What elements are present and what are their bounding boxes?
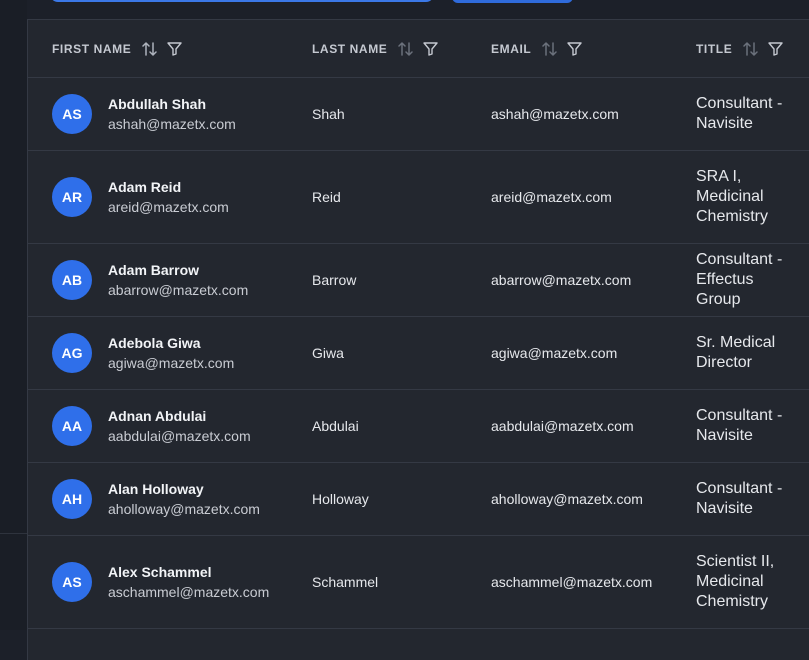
title-line: Navisite [696, 115, 753, 132]
table-row[interactable]: AB Adam Barrow abarrow@mazetx.com Barrow aba… [28, 244, 809, 317]
title-line: Sr. Medical [696, 334, 776, 351]
full-name: Abdullah Shah [108, 96, 206, 112]
left-sidebar-edge [0, 0, 27, 630]
email-cell[interactable]: areid@mazetx.com [491, 151, 612, 243]
title-line: Consultant - [696, 251, 783, 268]
table-row[interactable]: AA Adnan Abdulai aabdulai@mazetx.com Abdula… [28, 390, 809, 463]
avatar: AR [52, 177, 92, 217]
name-cell: Adebola Giwa agiwa@mazetx.com [108, 317, 234, 389]
last-name-cell: Abdulai [312, 418, 359, 434]
last-name-cell: Barrow [312, 272, 357, 288]
full-name: Adebola Giwa [108, 335, 201, 351]
sort-icon[interactable] [142, 41, 158, 56]
last-name-cell: Giwa [312, 345, 344, 361]
name-cell: Alex Schammel aschammel@mazetx.com [108, 536, 269, 628]
title-line: Consultant - [696, 480, 783, 497]
title-line: Scientist II, [696, 553, 775, 570]
secondary-email: areid@mazetx.com [108, 199, 229, 215]
secondary-email: ashah@mazetx.com [108, 116, 236, 132]
column-header-last-name[interactable]: LAST NAME [312, 20, 439, 77]
users-table: FIRST NAME LAST NAME EMAIL TITLE AS Abdullah… [27, 19, 809, 660]
column-label: EMAIL [491, 41, 532, 56]
full-name: Alex Schammel [108, 564, 212, 580]
avatar: AG [52, 333, 92, 373]
table-row[interactable]: AH Alan Holloway aholloway@mazetx.com Hollo… [28, 463, 809, 536]
column-header-email[interactable]: EMAIL [491, 20, 583, 77]
title-line: Consultant - [696, 407, 783, 424]
email-cell[interactable]: aholloway@mazetx.com [491, 463, 643, 535]
column-label: LAST NAME [312, 41, 388, 56]
secondary-email: agiwa@mazetx.com [108, 355, 235, 371]
title-cell: Consultant - Navisite [696, 390, 796, 462]
table-row[interactable]: AS Abdullah Shah ashah@mazetx.com Shah ashah… [28, 78, 809, 151]
avatar: AS [52, 94, 92, 134]
table-row[interactable]: AR Adam Reid areid@mazetx.com Reid areid@maz… [28, 151, 809, 244]
table-row[interactable]: AG Adebola Giwa agiwa@mazetx.com Giwa agiwa@… [28, 317, 809, 390]
avatar: AB [52, 260, 92, 300]
sort-icon[interactable] [743, 41, 759, 56]
full-name: Adam Barrow [108, 262, 200, 278]
filter-icon[interactable] [768, 41, 784, 56]
title-line: Chemistry [696, 208, 769, 225]
sidebar-divider [0, 533, 27, 534]
email-cell[interactable]: aschammel@mazetx.com [491, 536, 652, 628]
column-header-first-name[interactable]: FIRST NAME [52, 20, 183, 77]
title-line: Medicinal [696, 188, 764, 205]
avatar: AS [52, 562, 92, 602]
full-name: Adam Reid [108, 179, 182, 195]
name-cell: Abdullah Shah ashah@mazetx.com [108, 78, 236, 150]
last-name-cell: Reid [312, 189, 341, 205]
table-row[interactable]: AS Alex Schammel aschammel@mazetx.com Scham… [28, 536, 809, 629]
secondary-email: abarrow@mazetx.com [108, 282, 249, 298]
email-cell[interactable]: agiwa@mazetx.com [491, 317, 617, 389]
email-cell[interactable]: aabdulai@mazetx.com [491, 390, 634, 462]
column-label: TITLE [696, 41, 733, 56]
full-name: Alan Holloway [108, 481, 204, 497]
title-cell: Scientist II, Medicinal Chemistry [696, 536, 796, 628]
title-line: Chemistry [696, 593, 769, 610]
email-cell[interactable]: ashah@mazetx.com [491, 78, 619, 150]
full-name: Adnan Abdulai [108, 408, 207, 424]
sort-icon[interactable] [542, 41, 558, 56]
filter-icon[interactable] [567, 41, 583, 56]
primary-action-button[interactable] [452, 0, 573, 3]
sort-icon[interactable] [398, 41, 414, 56]
secondary-email: aschammel@mazetx.com [108, 584, 270, 600]
title-line: Director [696, 354, 753, 371]
title-cell: Consultant - Effectus Group [696, 244, 796, 316]
filter-icon[interactable] [423, 41, 439, 56]
name-cell: Adnan Abdulai aabdulai@mazetx.com [108, 390, 251, 462]
last-name-cell: Holloway [312, 491, 369, 507]
name-cell: Adam Barrow abarrow@mazetx.com [108, 244, 248, 316]
secondary-email: aabdulai@mazetx.com [108, 428, 251, 444]
avatar: AA [52, 406, 92, 446]
title-line: Effectus Group [696, 271, 754, 308]
last-name-cell: Shah [312, 106, 345, 122]
title-cell: Consultant - Navisite [696, 78, 796, 150]
secondary-email: aholloway@mazetx.com [108, 501, 260, 517]
title-cell: SRA I, Medicinal Chemistry [696, 151, 796, 243]
title-line: Navisite [696, 427, 753, 444]
column-label: FIRST NAME [52, 41, 132, 56]
title-line: Medicinal [696, 573, 764, 590]
title-cell: Sr. Medical Director [696, 317, 796, 389]
title-line: Consultant - [696, 95, 783, 112]
table-header: FIRST NAME LAST NAME EMAIL TITLE [28, 20, 809, 78]
name-cell: Alan Holloway aholloway@mazetx.com [108, 463, 260, 535]
filter-icon[interactable] [167, 41, 183, 56]
avatar: AH [52, 479, 92, 519]
column-header-title[interactable]: TITLE [696, 20, 784, 77]
title-cell: Consultant - Navisite [696, 463, 796, 535]
last-name-cell: Schammel [312, 574, 379, 590]
email-cell[interactable]: abarrow@mazetx.com [491, 244, 631, 316]
name-cell: Adam Reid areid@mazetx.com [108, 151, 229, 243]
title-line: SRA I, [696, 168, 742, 185]
search-input[interactable] [50, 0, 434, 2]
title-line: Navisite [696, 500, 753, 517]
